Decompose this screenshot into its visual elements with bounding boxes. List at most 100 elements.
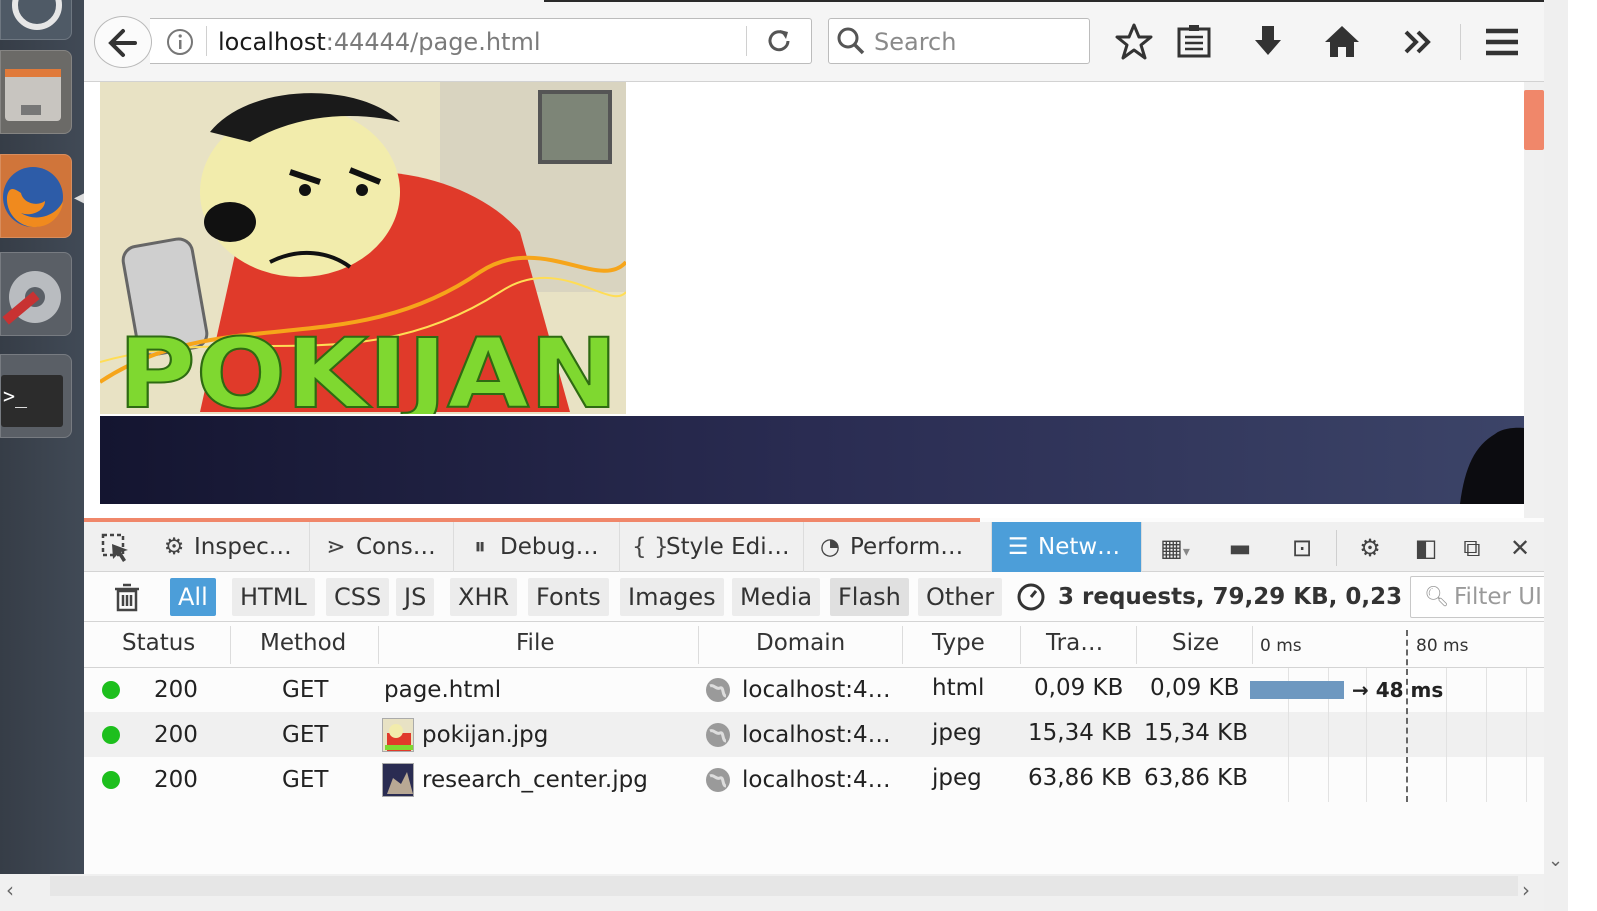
request-summary[interactable]: 3 requests, 79,29 KB, 0,23 s xyxy=(1058,584,1424,610)
tab-label: Debug… xyxy=(500,534,599,560)
filter-placeholder: Filter UI xyxy=(1454,584,1542,610)
responsive-design-icon[interactable]: ▦▾ xyxy=(1150,530,1200,566)
ubuntu-launcher: >_ ◀ xyxy=(0,0,85,911)
row-method: GET xyxy=(282,677,329,703)
stopwatch-icon xyxy=(1017,583,1045,611)
waterfall-gridline xyxy=(1486,668,1487,802)
globe-icon xyxy=(706,678,730,702)
horizontal-scrollbar-thumb[interactable] xyxy=(50,876,1518,896)
scroll-down-arrow-icon[interactable]: ⌄ xyxy=(1548,850,1563,871)
status-ok-indicator xyxy=(102,681,120,699)
tab-style-editor[interactable]: { }Style Edi… xyxy=(620,522,804,572)
search-bar[interactable] xyxy=(828,18,1090,64)
column-method[interactable]: Method xyxy=(260,630,346,656)
reload-icon[interactable] xyxy=(764,26,794,56)
dock-side-icon[interactable]: ◧ xyxy=(1408,530,1444,566)
pokijan-logo-text: POKIJAN xyxy=(118,318,618,414)
scroll-left-arrow-icon[interactable]: ‹ xyxy=(6,878,14,902)
filter-js[interactable]: JS xyxy=(396,578,435,616)
column-divider xyxy=(1252,626,1253,664)
globe-icon xyxy=(706,768,730,792)
search-icon xyxy=(837,27,865,55)
close-icon[interactable]: ✕ xyxy=(1502,530,1538,566)
row-status: 200 xyxy=(154,767,198,793)
window-edge xyxy=(544,0,1544,2)
row-size: 63,86 KB xyxy=(1144,765,1249,791)
filter-all[interactable]: All xyxy=(170,578,216,616)
row-file: pokijan.jpg xyxy=(422,722,549,748)
url-text[interactable]: localhost:44444/page.html xyxy=(218,28,541,56)
waterfall-gridline xyxy=(1446,668,1447,802)
clear-trash-icon[interactable] xyxy=(112,582,142,612)
tab-label: Inspec… xyxy=(194,534,292,560)
url-separator xyxy=(746,26,747,56)
column-status[interactable]: Status xyxy=(122,630,195,656)
row-type: html xyxy=(932,675,985,701)
filter-media[interactable]: Media xyxy=(732,578,821,616)
undock-window-icon[interactable]: ⧉ xyxy=(1454,530,1490,566)
tab-label: Style Edi… xyxy=(666,534,790,560)
settings-gear-icon[interactable]: ⚙ xyxy=(1352,530,1388,566)
split-console-icon[interactable]: ▬ xyxy=(1222,530,1258,566)
dash-home-icon[interactable] xyxy=(0,0,72,40)
row-transferred: 63,86 KB xyxy=(1028,765,1133,791)
files-icon[interactable] xyxy=(0,50,72,134)
firefox-icon[interactable] xyxy=(0,154,72,238)
scroll-right-arrow-icon[interactable]: › xyxy=(1522,878,1530,902)
home-icon[interactable] xyxy=(1322,22,1362,62)
waterfall-tick-80: 80 ms xyxy=(1416,636,1469,656)
performance-icon: ◔ xyxy=(819,534,841,560)
network-icon: ☰ xyxy=(1007,534,1029,560)
back-button[interactable] xyxy=(94,16,152,68)
window-vertical-scrollbar[interactable]: ⌄ xyxy=(1544,0,1568,911)
column-file[interactable]: File xyxy=(516,630,555,656)
svg-text:>_: >_ xyxy=(3,384,28,408)
row-domain: localhost:4… xyxy=(742,722,891,748)
filter-css[interactable]: CSS xyxy=(326,578,390,616)
tab-label: Perform… xyxy=(850,534,964,560)
bookmark-star-icon[interactable] xyxy=(1114,22,1154,62)
system-settings-icon[interactable] xyxy=(0,252,72,336)
tab-console[interactable]: ⋗ Cons… xyxy=(310,522,454,572)
row-domain: localhost:4… xyxy=(742,767,891,793)
row-status: 200 xyxy=(154,677,198,703)
row-size: 15,34 KB xyxy=(1144,720,1249,746)
row-transferred: 15,34 KB xyxy=(1028,720,1133,746)
element-picker-icon[interactable] xyxy=(98,530,134,566)
tab-performance[interactable]: ◔ Perform… xyxy=(804,522,992,572)
filter-images[interactable]: Images xyxy=(620,578,724,616)
row-size: 0,09 KB xyxy=(1150,675,1240,701)
waterfall-marker-line xyxy=(1406,630,1408,802)
column-size[interactable]: Size xyxy=(1172,630,1219,656)
pokijan-image: POKIJAN xyxy=(98,82,628,431)
style-editor-icon: { } xyxy=(632,534,669,560)
filter-flash[interactable]: Flash xyxy=(830,578,909,616)
search-placeholder: Search xyxy=(874,28,957,56)
hamburger-menu-icon[interactable] xyxy=(1482,22,1522,62)
filter-xhr[interactable]: XHR xyxy=(450,578,518,616)
filter-other[interactable]: Other xyxy=(918,578,1003,616)
bookmarks-menu-icon[interactable] xyxy=(1174,22,1214,62)
column-type[interactable]: Type xyxy=(932,630,985,656)
downloads-icon[interactable] xyxy=(1248,22,1288,62)
url-path: :44444/page.html xyxy=(325,28,541,56)
tab-debugger[interactable]: ⏸ Debug… xyxy=(454,522,620,572)
url-separator xyxy=(206,26,207,56)
page-scrollbar-thumb[interactable] xyxy=(1524,90,1544,150)
filter-fonts[interactable]: Fonts xyxy=(528,578,609,616)
site-info-icon[interactable] xyxy=(166,28,194,56)
column-divider xyxy=(698,626,699,664)
waterfall-timing-label: → 48 ms xyxy=(1352,678,1444,702)
screenshot-icon[interactable]: ⊡ xyxy=(1284,530,1320,566)
column-transferred[interactable]: Tra… xyxy=(1046,630,1103,656)
overflow-chevron-icon[interactable] xyxy=(1398,22,1438,62)
terminal-icon[interactable]: >_ xyxy=(0,354,72,438)
tab-inspector[interactable]: ⚙ Inspec… xyxy=(148,522,310,572)
column-divider xyxy=(1020,626,1021,664)
column-domain[interactable]: Domain xyxy=(756,630,845,656)
row-type: jpeg xyxy=(932,720,982,746)
tab-network[interactable]: ☰ Netw… xyxy=(992,522,1142,572)
row-domain: localhost:4… xyxy=(742,677,891,703)
row-type: jpeg xyxy=(932,765,982,791)
filter-html[interactable]: HTML xyxy=(232,578,315,616)
